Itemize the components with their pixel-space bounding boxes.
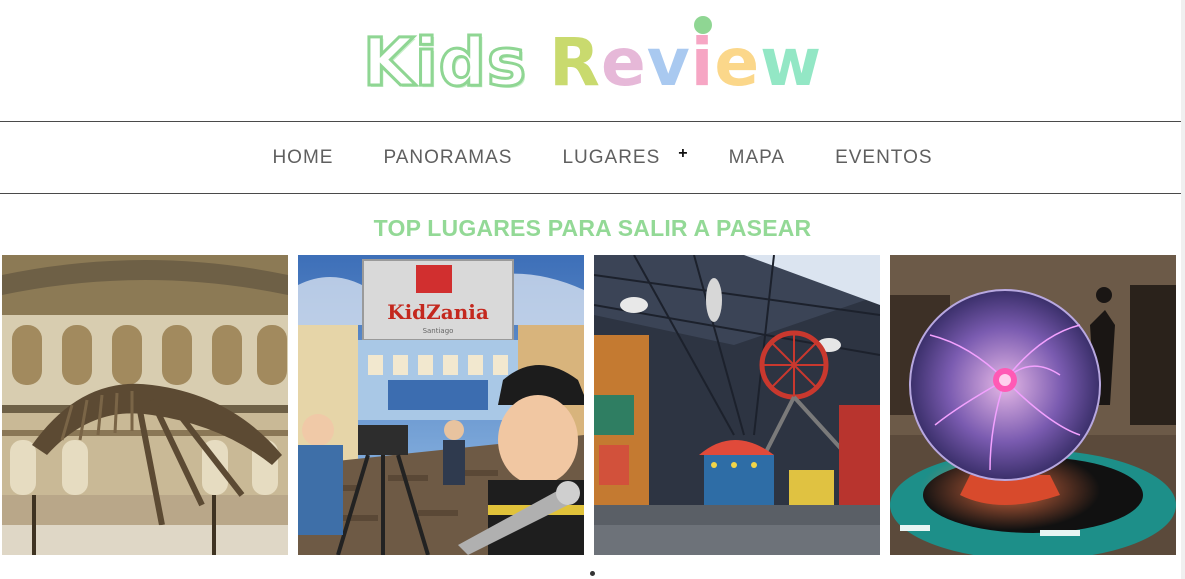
- logo-letter: i: [690, 15, 715, 101]
- nav-item-label: PANORAMAS: [383, 146, 513, 168]
- kidzania-image: KidZania Santiago: [298, 255, 584, 555]
- nav-item-lugares[interactable]: LUGARES +: [537, 145, 703, 169]
- site-logo[interactable]: K i d s R e v i e w: [361, 15, 823, 103]
- logo-word-review: R e v i e w: [549, 15, 823, 101]
- logo-letter: e: [600, 23, 647, 101]
- page: K i d s R e v i e w HOME PANORAMAS LUGAR…: [0, 0, 1185, 579]
- logo-word-kids: K i d s: [361, 23, 528, 101]
- nav-item-label: LUGARES: [562, 146, 661, 168]
- kidzania-sign-text: KidZania: [387, 300, 489, 324]
- museum-whale-image: [2, 255, 288, 555]
- place-card-fair[interactable]: [594, 255, 880, 555]
- section-title: TOP LUGARES PARA SALIR A PASEAR: [373, 215, 812, 241]
- nav-item-label: MAPA: [728, 146, 786, 168]
- logo-letter: R: [549, 23, 601, 101]
- logo-letter-i: i: [690, 23, 715, 101]
- site-header: K i d s R e v i e w: [0, 0, 1185, 121]
- place-card-kidzania[interactable]: KidZania Santiago: [298, 255, 584, 555]
- nav-item-home[interactable]: HOME: [247, 147, 358, 169]
- logo-letter: K: [361, 23, 415, 101]
- submenu-plus-icon[interactable]: +: [678, 145, 688, 163]
- logo-letter: v: [646, 23, 691, 101]
- nav-item-panoramas[interactable]: PANORAMAS: [358, 147, 537, 169]
- places-carousel: KidZania Santiago: [2, 255, 1176, 555]
- kidzania-sign-subtext: Santiago: [423, 327, 454, 335]
- scrollbar-track[interactable]: [1181, 0, 1185, 579]
- logo-dot: [693, 15, 712, 34]
- logo-letter: e: [714, 23, 761, 101]
- logo-letter: d: [437, 23, 487, 101]
- place-card-plasma[interactable]: [890, 255, 1176, 555]
- nav-item-label: EVENTOS: [835, 146, 933, 168]
- logo-letter: i: [414, 23, 440, 101]
- main-navigation: HOME PANORAMAS LUGARES + MAPA EVENTOS: [0, 121, 1185, 194]
- carousel-pagination: [0, 571, 1185, 576]
- indoor-fair-image: [594, 255, 880, 555]
- logo-letter: w: [760, 23, 823, 101]
- nav-item-mapa[interactable]: MAPA: [704, 147, 810, 169]
- logo-letter: s: [485, 23, 528, 101]
- plasma-ball-image: [890, 255, 1176, 555]
- carousel-dot[interactable]: [590, 571, 595, 576]
- nav-list: HOME PANORAMAS LUGARES + MAPA EVENTOS: [247, 145, 957, 169]
- place-card-museum[interactable]: [2, 255, 288, 555]
- nav-item-eventos[interactable]: EVENTOS: [810, 147, 957, 169]
- nav-item-label: HOME: [272, 146, 334, 168]
